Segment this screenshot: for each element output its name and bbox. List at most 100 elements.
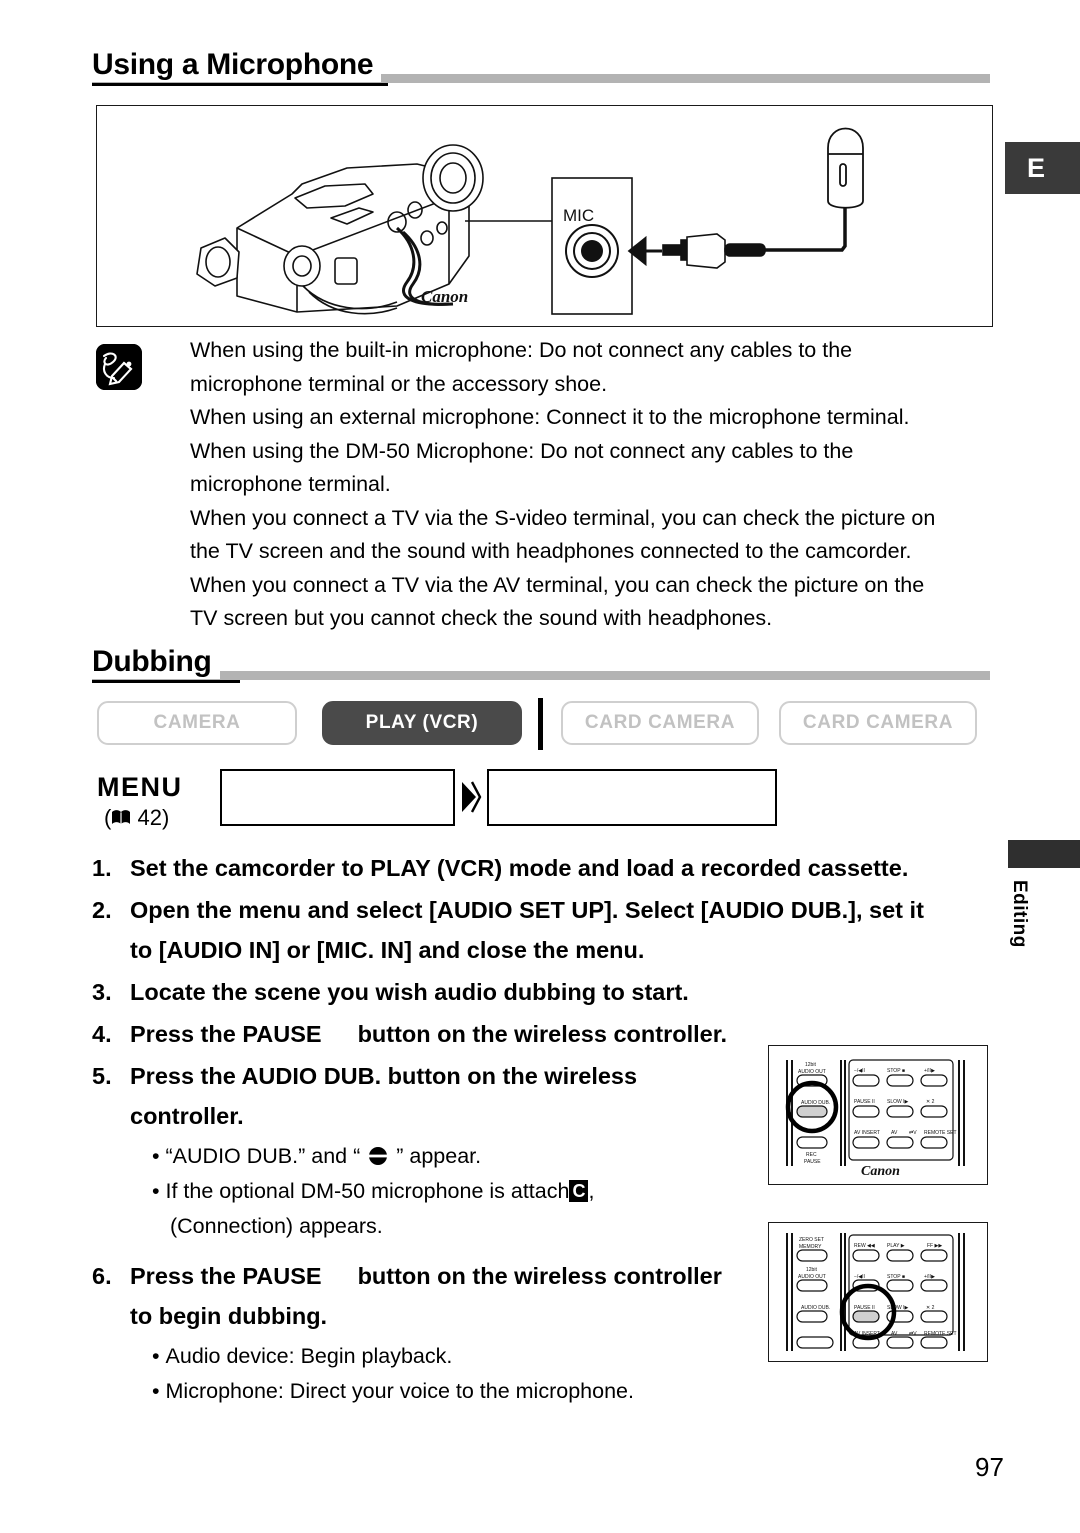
mic-label: MIC <box>563 206 594 225</box>
svg-text:AV INSERT: AV INSERT <box>854 1130 880 1136</box>
svg-text:⇄V: ⇄V <box>909 1331 917 1337</box>
svg-text:✕ 2: ✕ 2 <box>926 1305 935 1311</box>
note-line: microphone terminal. <box>190 472 391 496</box>
connection-symbol-badge: C <box>569 1180 589 1202</box>
svg-text:AUDIO DUB.: AUDIO DUB. <box>801 1100 830 1106</box>
svg-text:PAUSE II: PAUSE II <box>854 1099 875 1105</box>
step-2: 2. Open the menu and select [AUDIO SET U… <box>92 890 972 970</box>
svg-text:AUDIO OUT: AUDIO OUT <box>798 1069 826 1075</box>
svg-text:AUDIO OUT: AUDIO OUT <box>798 1274 826 1280</box>
step-1: 1. Set the camcorder to PLAY (VCR) mode … <box>92 848 972 888</box>
svg-text:PAUSE: PAUSE <box>804 1159 821 1165</box>
note-line: When using an external microphone: Conne… <box>190 405 910 429</box>
remote-bottom-svg: ZERO SET MEMORY 12bit AUDIO OUT AUDIO DU… <box>786 1233 965 1351</box>
step-6-bullet-2: • Microphone: Direct your voice to the m… <box>152 1379 634 1403</box>
svg-text:PLAY ▶: PLAY ▶ <box>887 1243 905 1249</box>
note-line: When using the built-in microphone: Do n… <box>190 338 853 362</box>
heading-underline-2 <box>92 680 240 683</box>
note-line: microphone terminal or the accessory sho… <box>190 371 608 396</box>
double-chevron-right-icon <box>460 780 482 820</box>
menu-box-1[interactable] <box>220 769 455 826</box>
step-3-line-1: Locate the scene you wish audio dubbing … <box>130 979 689 1005</box>
mode-button-card-camera-2[interactable]: CARD CAMERA <box>779 701 977 745</box>
menu-box-2[interactable] <box>487 769 777 826</box>
step-4-number: 4. <box>92 1021 112 1047</box>
svg-text:ZERO SET: ZERO SET <box>799 1237 824 1243</box>
svg-text:12bit: 12bit <box>805 1062 816 1068</box>
step-4-text-pre: Press the PAUSE <box>130 1021 322 1047</box>
svg-text:AV: AV <box>891 1130 898 1136</box>
svg-text:⇄V: ⇄V <box>909 1130 917 1136</box>
mode-button-play-vcr[interactable]: PLAY (VCR) <box>322 701 522 745</box>
svg-text:✕ 2: ✕ 2 <box>926 1099 935 1105</box>
step-5-bullet-2-post: , <box>588 1179 595 1203</box>
svg-text:+/II▶: +/II▶ <box>924 1068 935 1074</box>
page-title: Using a Microphone <box>92 48 382 82</box>
svg-text:−/◀II: −/◀II <box>854 1068 865 1074</box>
menu-ref-close: ) <box>161 805 170 830</box>
menu-page-reference: ( 42) <box>104 805 169 832</box>
section-title-dubbing: Dubbing <box>92 645 220 679</box>
menu-label-text: MENU <box>97 772 183 802</box>
svg-text:AV: AV <box>891 1331 898 1337</box>
mode-button-camera[interactable]: CAMERA <box>97 701 297 745</box>
svg-text:12bit: 12bit <box>806 1267 817 1273</box>
note-line: When you connect a TV via the S-video te… <box>190 505 936 530</box>
step-6-bullet-2-text: Microphone: Direct your voice to the mic… <box>165 1379 634 1403</box>
note-line: When you connect a TV via the AV termina… <box>190 572 925 597</box>
svg-text:REMOTE SET: REMOTE SET <box>924 1331 957 1337</box>
step-5-number: 5. <box>92 1063 112 1089</box>
step-6-bullet-1-text: Audio device: Begin playback. <box>165 1344 453 1368</box>
manual-page: E Using a Microphone Canon MIC When usin… <box>0 0 1080 1533</box>
remote-top-svg: 12bit AUDIO OUT AUDIO DUB. REC PAUSE −/◀… <box>785 1059 965 1179</box>
svg-text:REMOTE SET: REMOTE SET <box>924 1130 957 1136</box>
svg-text:−/◀II: −/◀II <box>854 1274 865 1280</box>
mode-divider <box>538 698 543 750</box>
svg-text:AUDIO DUB.: AUDIO DUB. <box>801 1305 830 1311</box>
step-3: 3. Locate the scene you wish audio dubbi… <box>92 972 972 1012</box>
brand-wordmark: Canon <box>421 287 468 306</box>
mode-button-card-camera-1[interactable]: CARD CAMERA <box>561 701 759 745</box>
step-6-number: 6. <box>92 1263 112 1289</box>
brand-wordmark: Canon <box>861 1164 900 1179</box>
note-line: When using the DM-50 Microphone: Do not … <box>190 438 854 463</box>
side-tab-label: Editing <box>1009 880 1030 948</box>
heading-underline <box>92 83 388 86</box>
book-icon <box>111 806 131 832</box>
svg-text:STOP ■: STOP ■ <box>887 1274 905 1280</box>
svg-text:STOP ■: STOP ■ <box>887 1068 905 1074</box>
note-line: the TV screen and the sound with headpho… <box>190 539 912 563</box>
step-5-bullet-1-pre: “AUDIO DUB.” and “ <box>165 1144 361 1168</box>
menu-label: MENU <box>97 772 183 803</box>
step-2-line-2: to [AUDIO IN] or [MIC. IN] and close the… <box>130 937 645 963</box>
svg-text:MEMORY: MEMORY <box>799 1244 822 1250</box>
svg-text:FF ▶▶: FF ▶▶ <box>927 1243 942 1249</box>
mic-connection-illustration: Canon MIC <box>96 105 993 327</box>
step-6-text-pre: Press the PAUSE <box>130 1263 322 1289</box>
step-5-bullet-1-post: ” appear. <box>396 1144 482 1168</box>
mode-button-label: PLAY (VCR) <box>365 712 479 733</box>
svg-text:SLOW I▶: SLOW I▶ <box>887 1099 909 1105</box>
svg-text:SLOW I▶: SLOW I▶ <box>887 1305 909 1311</box>
step-5-bullet-2-pre: If the optional DM-50 microphone is atta… <box>165 1179 570 1203</box>
step-2-number: 2. <box>92 897 112 923</box>
step-2-line-1: Open the menu and select [AUDIO SET UP].… <box>130 897 924 923</box>
svg-text:PAUSE II: PAUSE II <box>854 1305 875 1311</box>
menu-ref-page: 42 <box>137 805 162 830</box>
step-6-text-post: button on the wireless controller <box>357 1263 722 1289</box>
edge-tab-letter: E <box>1005 142 1080 194</box>
note-line: TV screen but you cannot check the sound… <box>190 606 773 630</box>
side-tab-marker <box>1008 840 1080 868</box>
mode-button-label: CARD CAMERA <box>584 712 736 733</box>
svg-text:REW ◀◀: REW ◀◀ <box>854 1243 875 1249</box>
step-1-line-1: Set the camcorder to PLAY (VCR) mode and… <box>130 855 909 881</box>
step-4-text-post: button on the wireless controller. <box>357 1021 728 1047</box>
wireless-controller-pause-illustration: ZERO SET MEMORY 12bit AUDIO OUT AUDIO DU… <box>768 1222 988 1362</box>
heading-rule-2 <box>92 671 990 680</box>
page-number: 97 <box>975 1452 1004 1482</box>
notes-pencil-icon <box>96 344 142 390</box>
mode-button-label: CARD CAMERA <box>802 712 954 733</box>
camcorder-mic-svg: Canon MIC <box>196 127 864 315</box>
step-1-number: 1. <box>92 855 112 881</box>
audio-dub-level-icon <box>360 1139 396 1174</box>
